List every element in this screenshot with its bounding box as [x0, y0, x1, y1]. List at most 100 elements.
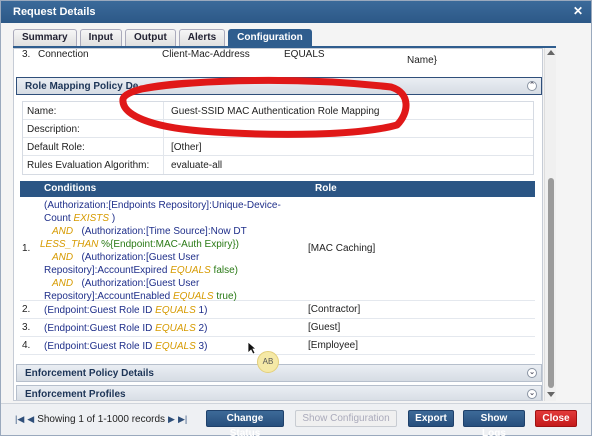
first-page-icon[interactable]: |◀ — [15, 414, 24, 425]
tab-configuration[interactable]: Configuration — [228, 29, 312, 47]
tab-output[interactable]: Output — [125, 29, 176, 47]
rule-number: 3. — [22, 322, 31, 333]
panel-scrollbar[interactable] — [544, 48, 556, 401]
rule-role: [Contractor] — [308, 304, 361, 315]
name-label: Name: — [27, 106, 57, 117]
condition-line: Count EXISTS ) — [36, 212, 306, 225]
condition-value: %{Endpoint:MAC-Auth Expiry}) — [101, 239, 239, 250]
scroll-up-icon[interactable] — [547, 50, 555, 55]
name-value: Guest-SSID MAC Authentication Role Mappi… — [171, 106, 380, 117]
enforcement-profiles-header[interactable]: Enforcement Profiles ⌄ — [16, 385, 542, 400]
tab-alerts[interactable]: Alerts — [178, 29, 226, 47]
scroll-down-icon[interactable] — [547, 392, 555, 397]
row-number: 3. — [22, 49, 31, 60]
table-row: 3. (Endpoint:Guest Role ID EQUALS 2) [Gu… — [20, 319, 535, 337]
and-keyword: AND — [52, 278, 74, 289]
expand-icon[interactable]: ⌄ — [527, 389, 537, 399]
condition-line: AND (Authorization:[Guest User — [36, 251, 306, 264]
column-divider — [163, 138, 164, 156]
condition-value: 1) — [198, 305, 208, 316]
dialog-footer: |◀ ◀ Showing 1 of 1-1000 records ▶ ▶| Ch… — [1, 403, 591, 436]
condition-text: (Authorization:[Time Source]:Now DT — [81, 226, 247, 237]
algorithm-row: Rules Evaluation Algorithm: evaluate-all — [23, 156, 533, 174]
condition-line: AND (Authorization:[Time Source]:Now DT — [36, 225, 306, 238]
section-title: Enforcement Policy Details — [25, 368, 154, 379]
rule-role: [Employee] — [308, 340, 359, 351]
algorithm-label: Rules Evaluation Algorithm: — [27, 160, 150, 171]
show-logs-button[interactable]: Show Logs — [463, 410, 525, 436]
last-page-icon[interactable]: ▶| — [178, 414, 187, 425]
export-button[interactable]: Export — [408, 410, 454, 427]
rule-role: [MAC Caching] — [308, 243, 376, 254]
condition-line: (Authorization:[Endpoints Repository]:Un… — [36, 199, 306, 212]
row-value: Name} — [407, 55, 438, 66]
tab-input[interactable]: Input — [79, 29, 123, 47]
name-row: Name: Guest-SSID MAC Authentication Role… — [23, 102, 533, 120]
rule-conditions: (Authorization:[Endpoints Repository]:Un… — [36, 199, 306, 303]
ab-badge: AB — [257, 351, 279, 373]
rule-number: 1. — [22, 243, 31, 254]
configuration-panel: 3. Connection Client-Mac-Address EQUALS … — [13, 48, 543, 401]
partial-condition-row: 3. Connection Client-Mac-Address EQUALS … — [22, 49, 532, 77]
condition-line: AND (Authorization:[Guest User — [36, 277, 306, 290]
rules-table-header: Conditions Role — [20, 181, 535, 197]
row-attribute: Client-Mac-Address — [162, 49, 250, 60]
and-keyword: AND — [52, 226, 74, 237]
condition-text: Repository]:AccountExpired — [44, 265, 168, 276]
default-role-row: Default Role: [Other] — [23, 138, 533, 156]
title-bar[interactable]: Request Details ✕ — [1, 1, 591, 23]
default-role-label: Default Role: — [27, 142, 85, 153]
condition-text: (Authorization:[Guest User — [81, 252, 200, 263]
row-name: Connection — [38, 49, 89, 60]
condition-text: (Endpoint:Guest Role ID — [44, 323, 153, 334]
condition-value: 2) — [198, 323, 208, 334]
condition-value: false) — [213, 265, 238, 276]
condition-value: 3) — [198, 341, 208, 352]
prev-page-icon[interactable]: ◀ — [27, 414, 34, 425]
section-title: Role Mapping Policy De — [25, 81, 139, 92]
condition-text: Count — [44, 213, 71, 224]
rule-conditions: (Endpoint:Guest Role ID EQUALS 2) — [36, 322, 306, 335]
section-title: Enforcement Profiles — [25, 389, 126, 400]
role-mapping-section-header[interactable]: Role Mapping Policy De ⌃ — [16, 77, 542, 95]
table-row: 4. (Endpoint:Guest Role ID EQUALS 3) [Em… — [20, 337, 535, 355]
request-details-dialog: Request Details ✕ Summary Input Output A… — [0, 0, 592, 436]
operator-keyword: LESS_THAN — [40, 239, 99, 250]
column-divider — [163, 102, 164, 120]
column-divider — [163, 156, 164, 174]
next-page-icon[interactable]: ▶ — [168, 414, 175, 425]
condition-text: (Authorization:[Endpoints Repository]:Un… — [44, 200, 281, 211]
condition-line: Repository]:AccountExpired EQUALS false) — [36, 264, 306, 277]
rules-table: Conditions Role 1. (Authorization:[Endpo… — [20, 181, 535, 355]
condition-text: ) — [111, 213, 116, 224]
close-icon[interactable]: ✕ — [571, 4, 585, 18]
operator-keyword: EQUALS — [155, 323, 196, 334]
enforcement-policy-details-header[interactable]: Enforcement Policy Details ⌄ — [16, 364, 542, 382]
policy-details-table: Name: Guest-SSID MAC Authentication Role… — [22, 101, 534, 175]
tab-summary[interactable]: Summary — [13, 29, 77, 47]
operator-keyword: EQUALS — [155, 341, 196, 352]
condition-text: (Endpoint:Guest Role ID — [44, 305, 153, 316]
close-button[interactable]: Close — [535, 410, 577, 427]
rule-number: 4. — [22, 340, 31, 351]
algorithm-value: evaluate-all — [171, 160, 223, 171]
expand-icon[interactable]: ⌄ — [527, 368, 537, 378]
condition-line: LESS_THAN %{Endpoint:MAC-Auth Expiry}) — [36, 238, 306, 251]
operator-keyword: EQUALS — [170, 265, 211, 276]
change-status-button[interactable]: Change Status — [206, 410, 284, 436]
condition-text: (Authorization:[Guest User — [81, 278, 200, 289]
table-row: 2. (Endpoint:Guest Role ID EQUALS 1) [Co… — [20, 301, 535, 319]
and-keyword: AND — [52, 252, 74, 263]
default-role-value: [Other] — [171, 142, 202, 153]
table-row: 1. (Authorization:[Endpoints Repository]… — [20, 197, 535, 303]
role-header: Role — [315, 183, 337, 194]
collapse-icon[interactable]: ⌃ — [527, 81, 537, 91]
tab-bar: Summary Input Output Alerts Configuratio… — [13, 29, 312, 47]
column-divider — [163, 120, 164, 138]
show-configuration-button[interactable]: Show Configuration — [295, 410, 397, 427]
description-label: Description: — [27, 124, 80, 135]
conditions-header: Conditions — [44, 183, 97, 194]
rule-role: [Guest] — [308, 322, 341, 333]
row-operator: EQUALS — [284, 49, 325, 60]
scroll-thumb[interactable] — [548, 178, 554, 388]
